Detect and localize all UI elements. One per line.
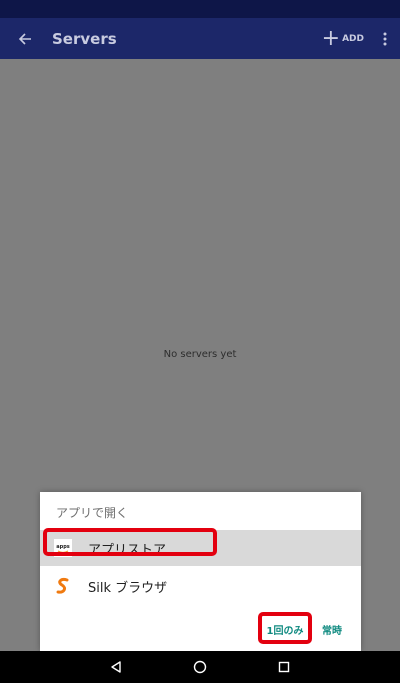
more-vert-icon [383,32,387,45]
plus-icon: + [321,25,341,51]
highlight-box [43,528,217,556]
dialog-title: アプリで開く [56,506,129,520]
nav-back-button[interactable] [74,651,158,683]
app-option-silk[interactable]: Silk ブラウザ [40,568,361,604]
circle-home-icon [193,660,207,674]
arrow-back-icon [18,32,31,45]
more-options-button[interactable] [370,18,400,59]
highlight-box [258,612,312,644]
square-recents-icon [278,661,290,673]
app-option-label: Silk ブラウザ [88,580,168,596]
add-label: ADD [342,33,364,44]
silk-icon [54,577,72,595]
add-server-button[interactable]: + ADD [316,18,370,59]
page-title: Servers [52,29,117,48]
navigation-bar [0,651,400,683]
app-bar: Servers + ADD [0,18,400,59]
nav-recents-button[interactable] [242,651,326,683]
empty-state-text: No servers yet [163,349,237,360]
status-bar [0,0,400,18]
always-button[interactable]: 常時 [316,614,348,644]
back-button[interactable] [0,18,50,59]
triangle-back-icon [111,661,121,673]
nav-home-button[interactable] [158,651,242,683]
open-with-dialog: アプリで開く apps アプリストア Silk ブラウザ 1回のみ 常時 [40,492,361,651]
